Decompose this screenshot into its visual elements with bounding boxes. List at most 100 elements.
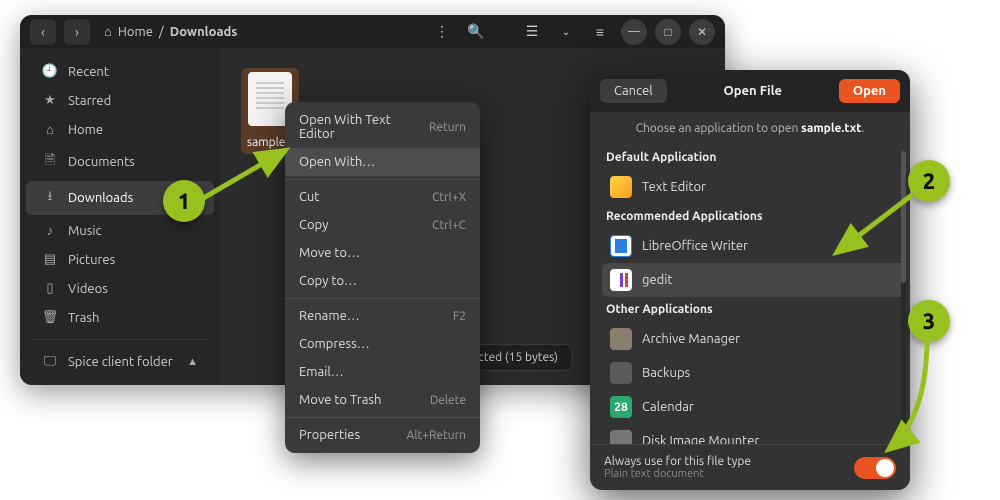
backups-icon [610, 362, 632, 384]
ctx-label: Move to… [299, 246, 360, 260]
ctx-cut[interactable]: CutCtrl+X [285, 183, 480, 211]
breadcrumb-separator: / [159, 25, 164, 39]
sidebar-item-documents[interactable]: 🗎Documents [26, 145, 214, 179]
annotation-badge-1: 1 [163, 180, 205, 222]
hamburger-menu-button[interactable]: ≡ [587, 19, 613, 45]
sidebar-item-label: Videos [68, 282, 108, 296]
monitor-icon: 🖵 [42, 354, 58, 369]
sidebar-item-pictures[interactable]: ▤ Pictures [26, 246, 214, 273]
sidebar-item-spice-client[interactable]: 🖵 Spice client folder ▲ [26, 348, 214, 375]
ctx-label: Compress… [299, 337, 370, 351]
ctx-shortcut: Delete [430, 394, 466, 407]
scrollbar[interactable] [901, 151, 906, 438]
ctx-compress[interactable]: Compress… [285, 330, 480, 358]
archive-manager-icon [610, 328, 632, 350]
breadcrumb-current[interactable]: Downloads [170, 25, 238, 39]
app-calendar[interactable]: 28 Calendar [602, 390, 906, 424]
ctx-label: Open With Text Editor [299, 113, 429, 141]
sidebar-item-label: Music [68, 224, 102, 238]
sidebar-divider [32, 339, 208, 340]
ctx-label: Properties [299, 428, 360, 442]
trash-icon: 🗑 [42, 310, 58, 325]
sidebar-item-label: Downloads [68, 191, 133, 205]
annotation-badge-3: 3 [908, 300, 950, 342]
ctx-open-with-text-editor[interactable]: Open With Text EditorReturn [285, 106, 480, 148]
ctx-shortcut: Ctrl+C [432, 219, 466, 232]
sidebar-item-label: Trash [68, 311, 99, 325]
app-backups[interactable]: Backups [602, 356, 906, 390]
ctx-label: Rename… [299, 309, 360, 323]
gedit-icon [610, 269, 632, 291]
window-close-button[interactable]: ✕ [689, 19, 715, 45]
eject-icon[interactable]: ▲ [187, 356, 198, 368]
dialog-subtitle: Choose an application to open sample.txt… [590, 112, 910, 145]
pictures-icon: ▤ [42, 252, 58, 267]
app-label: gedit [642, 273, 673, 287]
star-icon: ★ [42, 93, 58, 108]
view-dropdown-icon[interactable]: ⌄ [553, 19, 579, 45]
breadcrumb-home[interactable]: Home [118, 25, 153, 39]
sidebar-item-starred[interactable]: ★Starred [26, 87, 214, 114]
nav-back-button[interactable]: ‹ [30, 19, 56, 45]
ctx-move-to[interactable]: Move to… [285, 239, 480, 267]
section-recommended: Recommended Applications [602, 204, 906, 229]
section-default: Default Application [602, 145, 906, 170]
search-button[interactable]: 🔍 [463, 19, 489, 45]
ctx-label: Move to Trash [299, 393, 381, 407]
app-label: Disk Image Mounter [642, 434, 759, 444]
section-other: Other Applications [602, 297, 906, 322]
window-maximize-button[interactable]: □ [655, 19, 681, 45]
calendar-icon: 28 [610, 396, 632, 418]
open-button[interactable]: Open [839, 79, 900, 103]
ctx-separator [285, 417, 480, 418]
ctx-move-to-trash[interactable]: Move to Trash Delete [285, 386, 480, 414]
ctx-label: Copy to… [299, 274, 357, 288]
app-archive-manager[interactable]: Archive Manager [602, 322, 906, 356]
ctx-rename[interactable]: Rename… F2 [285, 302, 480, 330]
sidebar-item-label: Spice client folder [68, 355, 173, 369]
dialog-subtitle-text: Choose an application to open [636, 122, 802, 135]
app-disk-image-mounter[interactable]: Disk Image Mounter [602, 424, 906, 444]
dialog-header: Cancel Open File Open [590, 70, 910, 112]
cancel-button[interactable]: Cancel [600, 79, 667, 103]
ctx-email[interactable]: Email… [285, 358, 480, 386]
sidebar-item-home[interactable]: ⌂ Home [26, 116, 214, 143]
breadcrumb[interactable]: ⌂ Home / Downloads [104, 24, 237, 39]
app-label: Text Editor [642, 180, 706, 194]
always-use-label: Always use for this file type [604, 455, 751, 468]
ctx-shortcut: F2 [453, 310, 466, 323]
document-icon: 🗎 [42, 151, 58, 173]
nav-forward-button[interactable]: › [64, 19, 90, 45]
ctx-copy[interactable]: Copy Ctrl+C [285, 211, 480, 239]
app-label: Calendar [642, 400, 694, 414]
ctx-copy-to[interactable]: Copy to… [285, 267, 480, 295]
ctx-properties[interactable]: Properties Alt+Return [285, 421, 480, 449]
window-minimize-button[interactable]: — [621, 19, 647, 45]
home-icon: ⌂ [104, 24, 112, 39]
path-menu-button[interactable]: ⋮ [429, 19, 455, 45]
home-icon: ⌂ [42, 122, 58, 137]
app-text-editor[interactable]: Text Editor [602, 170, 906, 204]
open-file-dialog: Cancel Open File Open Choose an applicat… [590, 70, 910, 490]
ctx-open-with[interactable]: Open With… [285, 148, 480, 176]
ctx-label: Copy [299, 218, 328, 232]
sidebar-item-label: Pictures [68, 253, 115, 267]
app-libreoffice-writer[interactable]: LibreOffice Writer [602, 229, 906, 263]
application-list[interactable]: Default Application Text Editor Recommen… [590, 145, 910, 444]
sidebar-item-recent[interactable]: 🕘Recent [26, 58, 214, 85]
ctx-label: Email… [299, 365, 344, 379]
music-icon: ♪ [42, 223, 58, 238]
disk-image-mounter-icon [610, 430, 632, 444]
app-gedit[interactable]: gedit [602, 263, 906, 297]
always-use-toggle[interactable] [854, 457, 896, 479]
ctx-shortcut: Alt+Return [407, 429, 466, 442]
sidebar-item-label: Home [68, 123, 103, 137]
ctx-label: Cut [299, 190, 319, 204]
view-list-button[interactable]: ☰ [519, 19, 545, 45]
sidebar-item-trash[interactable]: 🗑 Trash [26, 304, 214, 331]
sidebar-item-videos[interactable]: ▯ Videos [26, 275, 214, 302]
dialog-subtitle-filename: sample.txt [801, 122, 861, 135]
app-label: Archive Manager [642, 332, 740, 346]
videos-icon: ▯ [42, 281, 58, 296]
ctx-label: Open With… [299, 155, 375, 169]
